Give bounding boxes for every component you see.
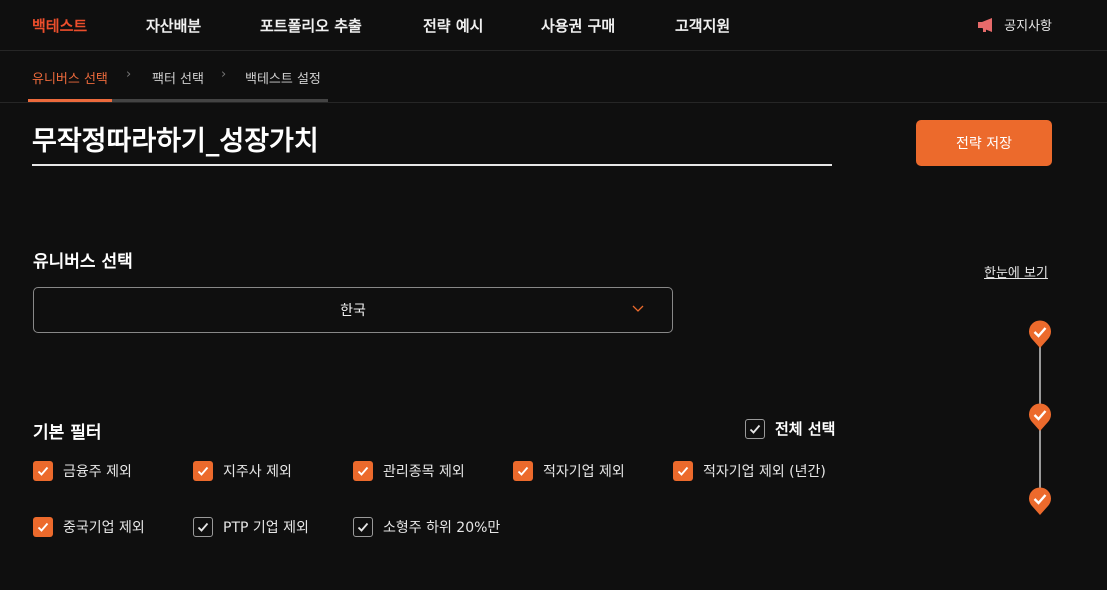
check-pin-icon <box>1029 403 1051 431</box>
chevron-right-icon: › <box>221 67 227 82</box>
filter-label: 적자기업 제외 (년간) <box>703 464 826 480</box>
check-pin-icon <box>1029 487 1051 515</box>
checkbox-icon <box>673 461 693 481</box>
save-strategy-button[interactable]: 전략 저장 <box>916 120 1052 166</box>
filter-exclude-loss-companies-annual[interactable]: 적자기업 제외 (년간) <box>673 461 826 481</box>
chevron-down-icon <box>632 305 644 312</box>
step-progress-track <box>112 99 328 102</box>
filter-label: 금융주 제외 <box>63 464 132 480</box>
select-all-label: 전체 선택 <box>775 420 836 438</box>
checkbox-icon <box>193 461 213 481</box>
checkbox-icon <box>745 418 765 439</box>
filter-label: 관리종목 제외 <box>383 464 465 480</box>
country-select-value: 한국 <box>340 303 366 319</box>
checkbox-icon <box>353 517 373 537</box>
tab-factor-select[interactable]: 팩터 선택 <box>152 68 204 87</box>
checkbox-icon <box>33 517 53 537</box>
checkbox-icon <box>33 461 53 481</box>
checkbox-icon <box>513 461 533 481</box>
top-nav: 백테스트 자산배분 포트폴리오 추출 전략 예시 사용권 구매 고객지원 공지사… <box>0 0 1107 51</box>
filter-label: PTP 기업 제외 <box>223 520 309 536</box>
chevron-right-icon: › <box>126 67 132 82</box>
filter-exclude-holding-companies[interactable]: 지주사 제외 <box>193 461 292 481</box>
filter-label: 중국기업 제외 <box>63 520 145 536</box>
select-all-checkbox[interactable]: 전체 선택 <box>745 418 835 439</box>
nav-item-license-purchase[interactable]: 사용권 구매 <box>541 15 615 36</box>
notice-label: 공지사항 <box>1004 19 1052 34</box>
filter-small-cap-bottom-20[interactable]: 소형주 하위 20%만 <box>353 517 500 537</box>
strategy-title[interactable]: 무작정따라하기_성장가치 <box>32 122 832 162</box>
notice-link[interactable]: 공지사항 <box>977 15 1052 34</box>
nav-item-customer-support[interactable]: 고객지원 <box>675 15 730 36</box>
filter-exclude-ptp-companies[interactable]: PTP 기업 제외 <box>193 517 309 537</box>
universe-section-title: 유니버스 선택 <box>33 252 133 272</box>
check-pin-icon <box>1029 320 1051 348</box>
filter-label: 적자기업 제외 <box>543 464 625 480</box>
megaphone-icon <box>978 17 993 32</box>
filter-exclude-loss-companies[interactable]: 적자기업 제외 <box>513 461 625 481</box>
checkbox-icon <box>193 517 213 537</box>
filter-label: 소형주 하위 20%만 <box>383 520 501 536</box>
tab-universe-select[interactable]: 유니버스 선택 <box>32 68 108 87</box>
step-tabs: 유니버스 선택 › 팩터 선택 › 백테스트 설정 <box>0 52 1107 103</box>
filter-exclude-chinese-companies[interactable]: 중국기업 제외 <box>33 517 145 537</box>
filter-exclude-financials[interactable]: 금융주 제외 <box>33 461 132 481</box>
basic-filter-title: 기본 필터 <box>33 423 102 443</box>
active-step-indicator <box>28 99 112 102</box>
strategy-title-field[interactable]: 무작정따라하기_성장가치 <box>32 122 832 166</box>
filter-label: 지주사 제외 <box>223 464 292 480</box>
tab-backtest-settings[interactable]: 백테스트 설정 <box>245 68 321 87</box>
filter-exclude-managed-stocks[interactable]: 관리종목 제외 <box>353 461 465 481</box>
country-select[interactable]: 한국 <box>33 287 673 333</box>
nav-item-portfolio-extract[interactable]: 포트폴리오 추출 <box>260 15 362 36</box>
nav-item-asset-allocation[interactable]: 자산배분 <box>146 15 201 36</box>
overview-link[interactable]: 한눈에 보기 <box>984 262 1048 281</box>
nav-item-strategy-examples[interactable]: 전략 예시 <box>423 15 483 36</box>
nav-item-backtest[interactable]: 백테스트 <box>32 15 87 36</box>
checkbox-icon <box>353 461 373 481</box>
